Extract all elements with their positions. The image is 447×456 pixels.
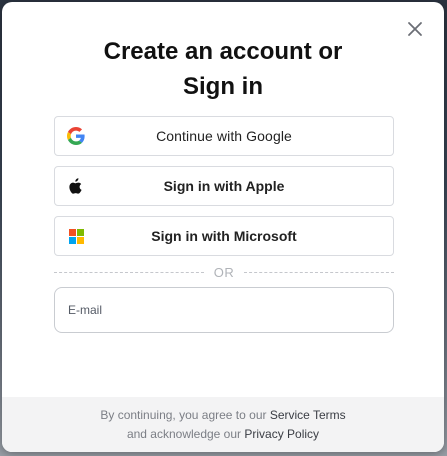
divider-line-right: [244, 271, 394, 273]
apple-button-label: Sign in with Apple: [163, 178, 285, 194]
google-button-label: Continue with Google: [156, 128, 292, 144]
apple-icon: [67, 177, 85, 195]
footer-line-2: and acknowledge our Privacy Policy: [2, 425, 444, 444]
dialog-title: Create an account or Sign in: [2, 34, 444, 104]
footer-line-1: By continuing, you agree to our Service …: [2, 406, 444, 425]
sign-in-with-apple-button[interactable]: Sign in with Apple: [54, 166, 394, 206]
dialog-title-line-2: Sign in: [183, 73, 263, 100]
email-field[interactable]: [54, 287, 394, 333]
terms-footer: By continuing, you agree to our Service …: [2, 397, 444, 452]
footer-text-terms: By continuing, you agree to our: [100, 408, 270, 422]
service-terms-link[interactable]: Service Terms: [270, 408, 346, 422]
google-icon: [67, 127, 85, 145]
dialog-title-line-1: Create an account or: [103, 38, 343, 65]
sign-in-dialog: Create an account or Sign in Continue wi…: [2, 2, 444, 452]
or-label: OR: [213, 264, 235, 280]
microsoft-button-label: Sign in with Microsoft: [151, 228, 297, 244]
microsoft-icon: [67, 227, 85, 245]
privacy-policy-link[interactable]: Privacy Policy: [244, 427, 319, 441]
or-divider: OR: [54, 264, 394, 280]
sign-in-with-microsoft-button[interactable]: Sign in with Microsoft: [54, 216, 394, 256]
footer-text-privacy: and acknowledge our: [126, 427, 245, 441]
divider-line-left: [54, 271, 204, 273]
continue-with-google-button[interactable]: Continue with Google: [54, 116, 394, 156]
